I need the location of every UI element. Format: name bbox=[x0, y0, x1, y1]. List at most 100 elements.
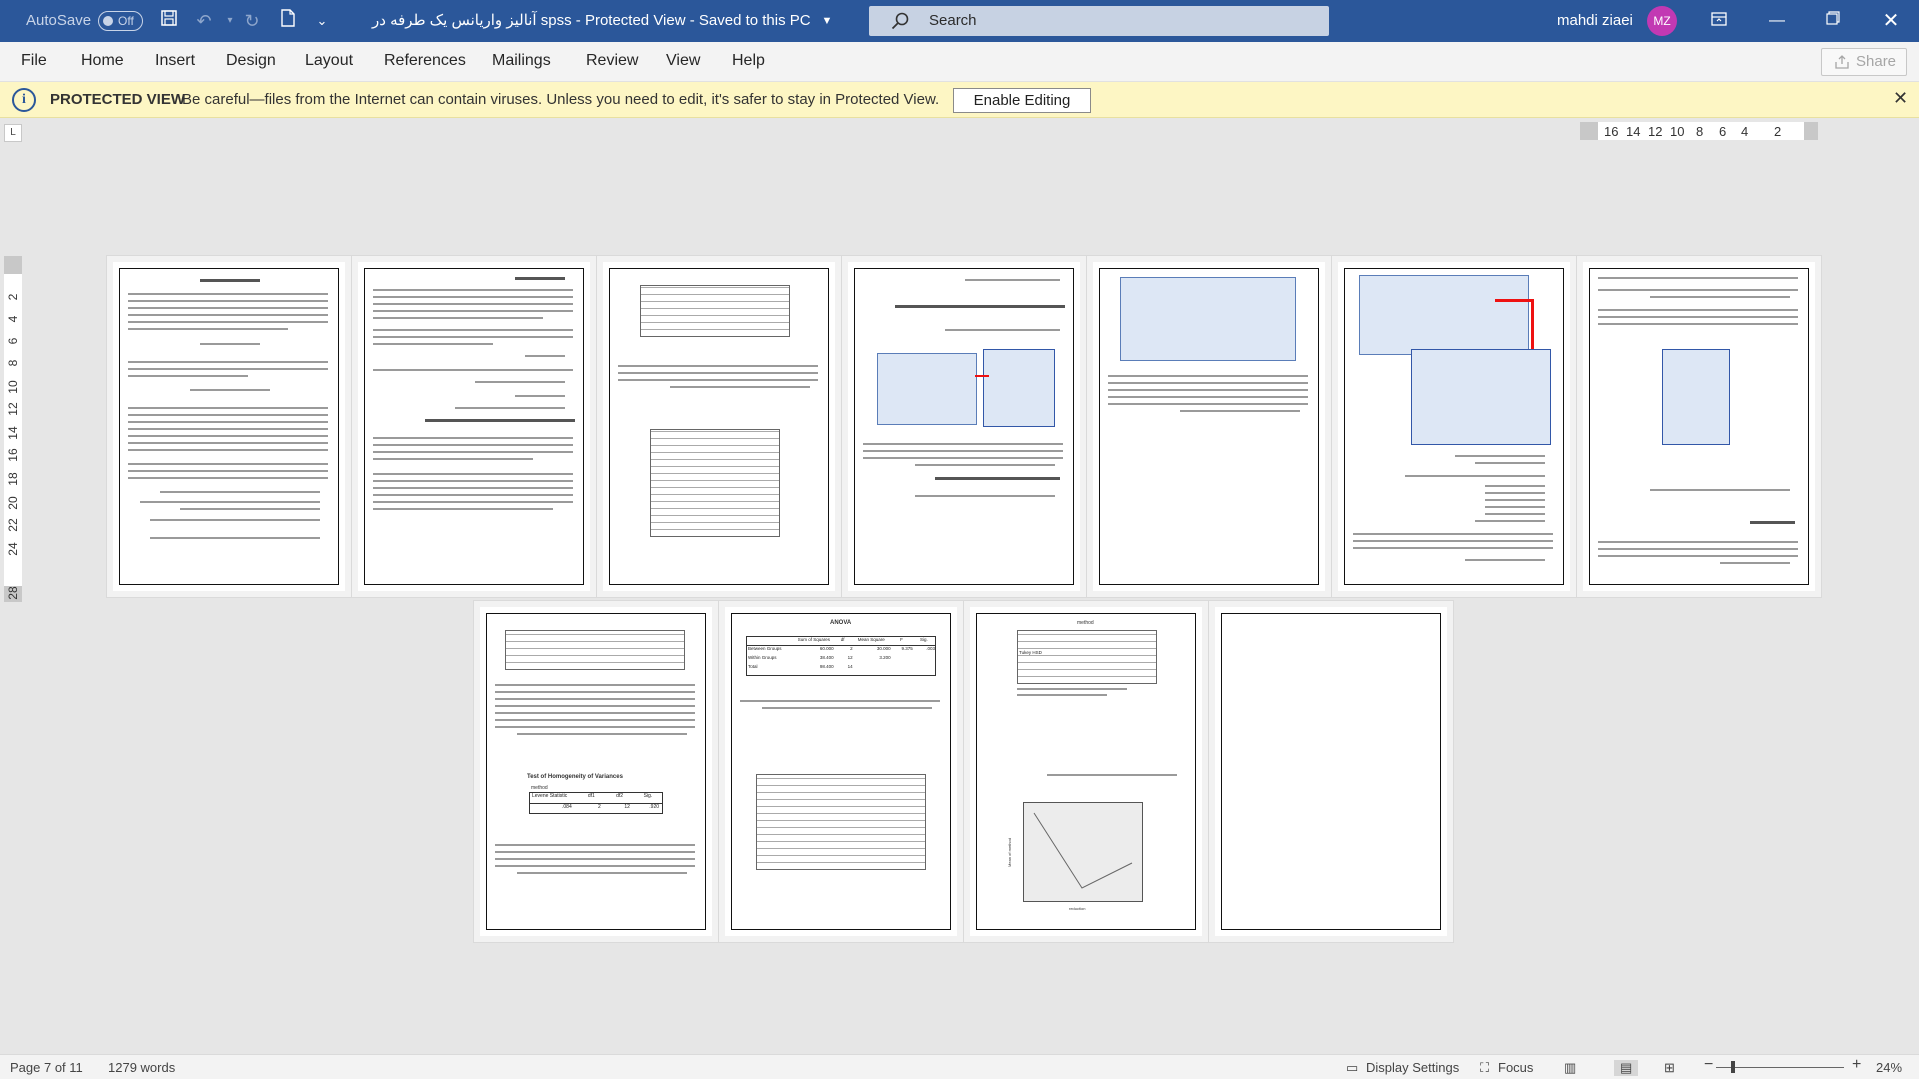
homogeneity-cell: .084 bbox=[562, 804, 572, 810]
ruler-tick: 2 bbox=[1774, 124, 1782, 139]
ruler-tick: 4 bbox=[6, 315, 20, 323]
page-11[interactable] bbox=[1209, 601, 1453, 942]
restore-icon[interactable] bbox=[1818, 8, 1848, 34]
anova-cell: Between Groups bbox=[748, 646, 782, 651]
homogeneity-table-title: Test of Homogeneity of Variances bbox=[527, 774, 623, 780]
page4-levene bbox=[935, 477, 1060, 480]
document-title: آنالیز واریانس یک طرفه در spss - Protect… bbox=[372, 12, 811, 29]
focus-button[interactable]: Focus bbox=[1498, 1060, 1533, 1075]
ruler-tick: 28 bbox=[6, 586, 20, 600]
ruler-tick: 12 bbox=[1648, 124, 1663, 139]
zoom-in-icon[interactable]: + bbox=[1852, 1056, 1861, 1074]
anova-cell: .003 bbox=[926, 646, 935, 651]
plot-xlabel: reduction bbox=[1069, 906, 1086, 911]
page-9[interactable]: ANOVA Sum of Squares df Mean Square F Si… bbox=[719, 601, 963, 942]
page-indicator[interactable]: Page 7 of 11 bbox=[10, 1060, 83, 1075]
ruler-tick: 24 bbox=[6, 542, 20, 556]
ruler-tick: 22 bbox=[6, 518, 20, 532]
homogeneity-header: Levene Statistic bbox=[532, 793, 568, 799]
explore-dialog-screenshot bbox=[877, 353, 977, 425]
homogeneity-cell: .920 bbox=[649, 804, 660, 810]
tab-review[interactable]: Review bbox=[586, 52, 638, 70]
tab-references[interactable]: References bbox=[384, 52, 466, 70]
zoom-slider-thumb[interactable] bbox=[1731, 1061, 1735, 1073]
status-bar: Page 7 of 11 1279 words ▭ Display Settin… bbox=[0, 1054, 1919, 1079]
read-mode-icon[interactable]: ▥ bbox=[1564, 1060, 1576, 1076]
tab-mailings[interactable]: Mailings bbox=[492, 52, 551, 70]
customize-toolbar-icon[interactable]: ⌄ bbox=[310, 9, 334, 33]
tab-help[interactable]: Help bbox=[732, 52, 765, 70]
new-document-icon[interactable] bbox=[276, 9, 300, 33]
vertical-ruler[interactable]: 2 4 6 8 10 12 14 16 18 20 22 24 28 bbox=[4, 256, 22, 602]
close-icon[interactable]: ✕ bbox=[1893, 88, 1908, 109]
tab-selector[interactable]: L bbox=[4, 124, 22, 142]
ruler-tick: 8 bbox=[1696, 124, 1704, 139]
tab-home[interactable]: Home bbox=[81, 52, 124, 70]
anova-header: F bbox=[900, 637, 903, 642]
focus-icon[interactable]: ⛶ bbox=[1480, 1060, 1489, 1076]
ribbon-display-options-icon[interactable] bbox=[1704, 8, 1734, 34]
print-layout-icon[interactable]: ▤ bbox=[1614, 1060, 1639, 1076]
tab-view[interactable]: View bbox=[666, 52, 700, 70]
page-7[interactable] bbox=[1577, 256, 1821, 597]
web-layout-icon[interactable]: ⊞ bbox=[1664, 1060, 1675, 1076]
zoom-level[interactable]: 24% bbox=[1876, 1060, 1902, 1075]
ruler-tick: 10 bbox=[6, 380, 20, 394]
zoom-slider[interactable] bbox=[1716, 1067, 1844, 1068]
protected-view-message: Be careful—files from the Internet can c… bbox=[182, 91, 940, 108]
chevron-down-icon[interactable]: ▾ bbox=[218, 9, 242, 33]
anova-table: Sum of Squares df Mean Square F Sig. Bet… bbox=[746, 636, 936, 676]
anova-header bbox=[747, 637, 795, 645]
title-dropdown-icon[interactable]: ▼ bbox=[815, 9, 839, 33]
explore-plots-screenshot bbox=[983, 349, 1055, 427]
ruler-tick: 20 bbox=[6, 496, 20, 510]
redo-icon[interactable]: ↻ bbox=[240, 9, 264, 33]
page-7-content bbox=[1589, 268, 1809, 585]
page-10-content: method Tukey HSD reduction Mean of metho… bbox=[976, 613, 1196, 930]
page-5-content bbox=[1099, 268, 1319, 585]
share-button[interactable]: Share bbox=[1821, 48, 1907, 76]
protected-view-label: PROTECTED VIEW bbox=[50, 91, 186, 108]
zoom-out-icon[interactable]: − bbox=[1704, 1056, 1713, 1074]
horizontal-ruler[interactable]: 16 14 12 10 8 6 4 2 bbox=[1580, 122, 1818, 140]
tab-layout[interactable]: Layout bbox=[305, 52, 353, 70]
tab-design[interactable]: Design bbox=[226, 52, 276, 70]
tab-insert[interactable]: Insert bbox=[155, 52, 195, 70]
ruler-tick: 18 bbox=[6, 472, 20, 486]
autosave-label: AutoSave bbox=[26, 12, 92, 29]
anova-cell: 12 bbox=[847, 655, 853, 660]
protected-view-bar: i PROTECTED VIEW Be careful—files from t… bbox=[0, 82, 1919, 118]
one-way-anova-dialog-screenshot bbox=[1359, 275, 1529, 355]
display-settings-button[interactable]: Display Settings bbox=[1366, 1060, 1459, 1075]
minimize-icon[interactable]: — bbox=[1762, 8, 1792, 34]
undo-icon[interactable]: ↶ bbox=[192, 9, 216, 33]
close-icon[interactable]: ✕ bbox=[1876, 8, 1906, 34]
page4-command bbox=[895, 305, 1065, 308]
avatar[interactable]: MZ bbox=[1647, 6, 1677, 36]
multiple-comparisons-table bbox=[756, 774, 926, 870]
search-box[interactable]: Search bbox=[869, 6, 1329, 36]
data-table bbox=[640, 285, 790, 337]
page-8[interactable]: Test of Homogeneity of Variances method … bbox=[474, 601, 718, 942]
info-icon: i bbox=[12, 88, 36, 112]
display-settings-icon[interactable]: ▭ bbox=[1346, 1060, 1358, 1076]
page-2[interactable] bbox=[352, 256, 596, 597]
homogeneity-cell: 2 bbox=[598, 804, 601, 810]
page-3[interactable] bbox=[597, 256, 841, 597]
tab-file[interactable]: File bbox=[21, 52, 47, 70]
ruler-tick: 14 bbox=[1626, 124, 1641, 139]
save-icon[interactable] bbox=[157, 9, 181, 33]
page-5[interactable] bbox=[1087, 256, 1331, 597]
page-1[interactable] bbox=[107, 256, 351, 597]
user-name[interactable]: mahdi ziaei bbox=[1557, 12, 1633, 29]
anova-cell bbox=[891, 655, 913, 664]
autosave-toggle[interactable]: Off bbox=[98, 11, 143, 31]
page-4[interactable] bbox=[842, 256, 1086, 597]
enable-editing-button[interactable]: Enable Editing bbox=[953, 88, 1091, 113]
anova-title: ANOVA bbox=[830, 620, 852, 626]
page-6[interactable] bbox=[1332, 256, 1576, 597]
page-10[interactable]: method Tukey HSD reduction Mean of metho… bbox=[964, 601, 1208, 942]
anova-cell bbox=[853, 664, 891, 673]
anova-cell: 30.000 bbox=[876, 646, 891, 651]
word-count[interactable]: 1279 words bbox=[108, 1060, 175, 1075]
